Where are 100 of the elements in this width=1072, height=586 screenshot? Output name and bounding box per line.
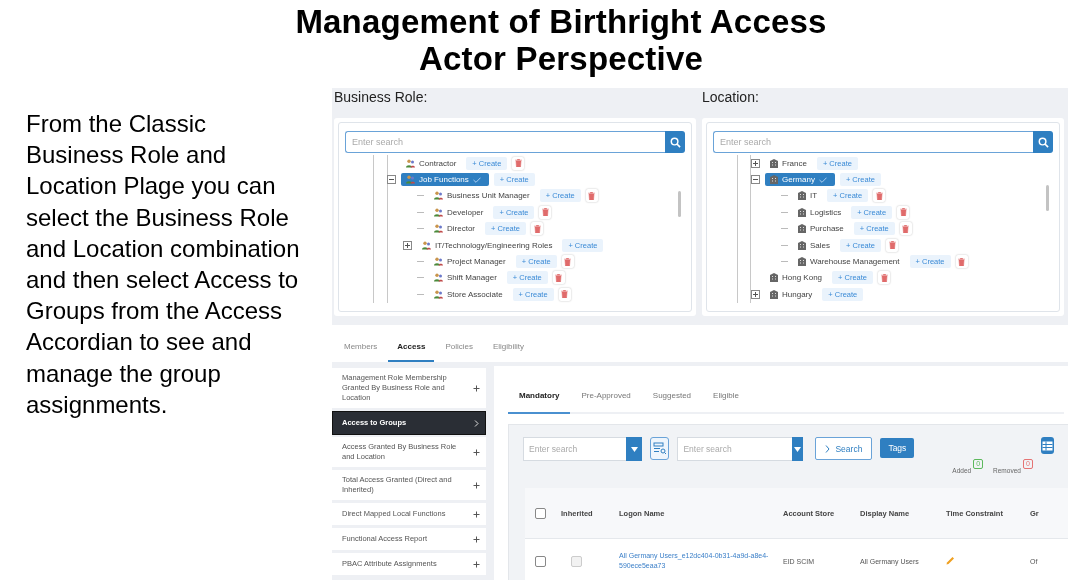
delete-button[interactable]	[531, 222, 543, 236]
search-field[interactable]: Enter search	[713, 131, 1033, 153]
trash-icon	[588, 191, 596, 200]
collapse-icon[interactable]	[751, 175, 760, 185]
delete-button[interactable]	[512, 156, 525, 170]
tree-node[interactable]: Hungary	[765, 287, 818, 301]
select-all-checkbox[interactable]	[535, 507, 546, 519]
tree-node[interactable]: France	[765, 156, 812, 170]
expand-icon[interactable]	[751, 289, 760, 299]
row-checkbox[interactable]	[535, 555, 546, 567]
tree-node[interactable]: Developer	[429, 205, 489, 219]
people-icon	[434, 289, 443, 299]
trash-icon	[958, 257, 965, 266]
tab[interactable]: Eligibility	[483, 333, 534, 362]
spreadsheet-icon	[1041, 440, 1053, 451]
chevron-right-icon	[825, 444, 831, 453]
building-icon	[798, 257, 806, 267]
people-icon	[434, 257, 443, 267]
tab[interactable]: Access	[388, 333, 435, 362]
delete-button[interactable]	[561, 255, 574, 269]
delete-button[interactable]	[899, 222, 912, 236]
caret-icon	[630, 446, 638, 452]
tab[interactable]: Pre-Approved	[570, 378, 642, 414]
plus-icon	[473, 448, 480, 456]
building-icon	[798, 191, 806, 201]
search-field[interactable]: Enter search	[345, 131, 665, 153]
trash-icon	[533, 224, 541, 233]
tab[interactable]: Policies	[436, 333, 482, 362]
caret-icon	[794, 446, 802, 452]
dropdown-button[interactable]	[792, 437, 804, 461]
trash-icon	[902, 224, 910, 233]
tree-node[interactable]: Job Functions	[401, 173, 489, 187]
building-icon	[770, 289, 778, 299]
people-icon	[434, 207, 443, 217]
tab[interactable]: Mandatory	[508, 378, 571, 414]
scrollbar[interactable]	[678, 191, 681, 217]
tab[interactable]: Members	[335, 333, 387, 362]
trash-icon	[541, 208, 549, 217]
tree-node[interactable]: Purchase	[793, 222, 849, 236]
search-button[interactable]	[1033, 131, 1053, 153]
tree-node[interactable]: Shift Manager	[429, 271, 502, 285]
tree-node[interactable]: Store Associate	[429, 287, 508, 301]
filter-search-button[interactable]	[650, 437, 670, 460]
check-icon	[818, 176, 827, 183]
plus-icon	[473, 481, 480, 489]
tree-node[interactable]: Director	[429, 222, 480, 236]
building-icon	[798, 207, 806, 217]
building-icon	[770, 175, 778, 185]
tab[interactable]: Eligible	[702, 378, 750, 414]
slide-title: Actor Perspective	[418, 40, 704, 77]
inherited-checkbox[interactable]	[571, 555, 582, 567]
slide-title: Management of Birthright Access	[294, 3, 828, 40]
plus-icon	[473, 510, 480, 518]
search-icon	[669, 136, 681, 148]
trash-icon	[880, 273, 888, 282]
tags-button[interactable]: Tags	[880, 438, 915, 458]
collapse-icon[interactable]	[387, 175, 396, 185]
description-text: From the Classic Business Role and Location Plage you can select the Business Role and Location combination and then select Access to Groups from the Access Accordian to see and manage the group assignments.	[26, 109, 301, 420]
trash-icon	[899, 208, 907, 217]
trash-icon	[875, 191, 883, 200]
tree-node[interactable]: Warehouse Management	[793, 255, 905, 269]
expand-icon[interactable]	[403, 240, 412, 250]
trash-icon	[564, 257, 572, 266]
delete-button[interactable]	[886, 238, 898, 252]
tree-node[interactable]: Project Manager	[429, 255, 511, 269]
expand-icon[interactable]	[751, 158, 760, 168]
tree-node[interactable]: Germany	[765, 173, 835, 187]
tree-node[interactable]: IT/Technology/Engineering Roles	[417, 238, 558, 252]
delete-button[interactable]	[873, 189, 886, 203]
tab[interactable]: Suggested	[641, 378, 703, 414]
scrollbar[interactable]	[1046, 185, 1049, 211]
search-button[interactable]	[665, 131, 685, 153]
people-icon	[434, 224, 443, 234]
pencil-icon[interactable]	[946, 556, 955, 565]
building-icon	[798, 224, 806, 234]
tree-node[interactable]: Logistics	[793, 205, 847, 219]
tree-node[interactable]: IT	[793, 189, 823, 203]
people-icon	[434, 273, 443, 283]
delete-button[interactable]	[585, 189, 598, 203]
field-label: Business Role:	[333, 88, 429, 107]
tree-node[interactable]: Contractor	[401, 156, 462, 170]
delete-button[interactable]	[552, 271, 565, 285]
people-icon	[422, 240, 431, 250]
delete-button[interactable]	[878, 271, 890, 285]
chevron-right-icon	[474, 419, 479, 427]
people-icon	[406, 175, 415, 185]
search-icon	[1037, 136, 1049, 148]
delete-button[interactable]	[539, 205, 552, 219]
search-button[interactable]: Search	[815, 437, 873, 460]
tree-node[interactable]: Sales	[793, 238, 835, 252]
delete-button[interactable]	[558, 287, 571, 301]
tree-node[interactable]: Business Unit Manager	[429, 189, 535, 203]
tree-node[interactable]: Hong Kong	[765, 271, 828, 285]
export-button[interactable]	[1040, 437, 1054, 454]
people-icon	[434, 191, 443, 201]
delete-button[interactable]	[955, 255, 968, 269]
building-icon	[770, 273, 778, 283]
plus-icon	[473, 384, 480, 392]
dropdown-button[interactable]	[626, 437, 642, 461]
delete-button[interactable]	[897, 205, 910, 219]
